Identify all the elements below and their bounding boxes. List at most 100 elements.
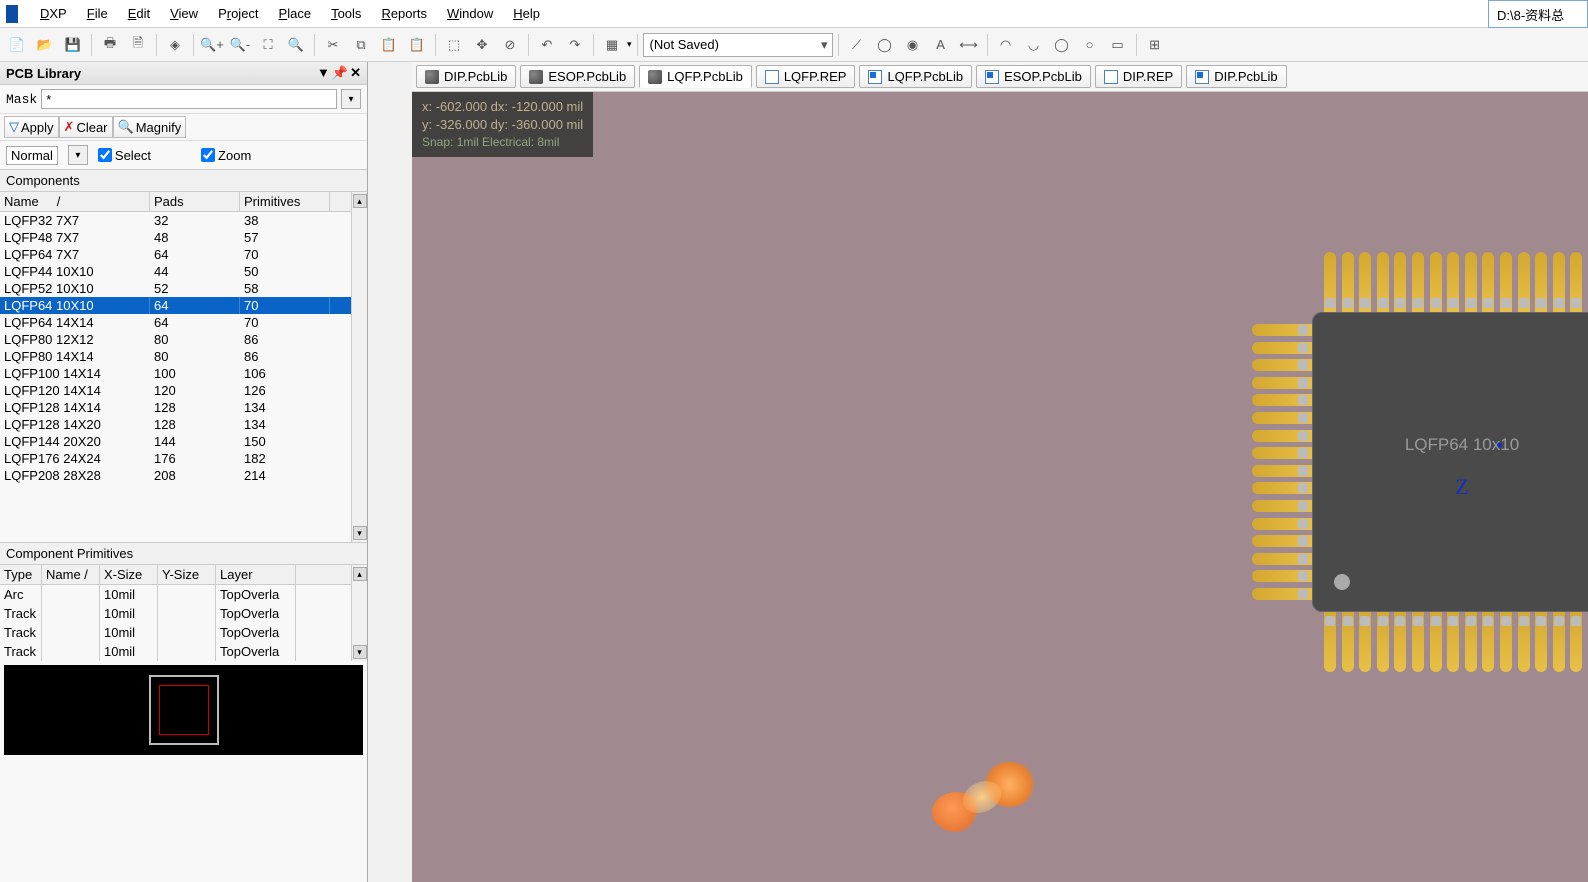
table-row[interactable]: LQFP64 14X146470 bbox=[0, 314, 351, 331]
new-file-icon[interactable]: 📄 bbox=[4, 32, 30, 58]
tab-lqfp-pcblib[interactable]: LQFP.PcbLib bbox=[639, 65, 752, 88]
pad[interactable] bbox=[1500, 252, 1512, 314]
scroll-up-icon[interactable]: ▴ bbox=[353, 194, 367, 208]
array-tool-icon[interactable]: ⊞ bbox=[1142, 32, 1168, 58]
pad[interactable] bbox=[1342, 610, 1354, 672]
pad[interactable] bbox=[1518, 252, 1530, 314]
pad[interactable] bbox=[1553, 610, 1565, 672]
pad[interactable] bbox=[1252, 447, 1314, 459]
tab-dip-pcblib[interactable]: DIP.PcbLib bbox=[1186, 65, 1286, 88]
text-tool-icon[interactable]: A bbox=[928, 32, 954, 58]
tab-esop-pcblib[interactable]: ESOP.PcbLib bbox=[520, 65, 635, 88]
rect-tool-icon[interactable]: ▭ bbox=[1105, 32, 1131, 58]
layers-icon[interactable]: ◈ bbox=[162, 32, 188, 58]
table-row[interactable]: Arc10milTopOverla bbox=[0, 585, 351, 604]
pad-tool-icon[interactable]: ◯ bbox=[872, 32, 898, 58]
menu-help[interactable]: Help bbox=[503, 2, 550, 25]
magnify-button[interactable]: 🔍Magnify bbox=[113, 116, 187, 138]
pad[interactable] bbox=[1252, 430, 1314, 442]
table-row[interactable]: LQFP52 10X105258 bbox=[0, 280, 351, 297]
via-tool-icon[interactable]: ◉ bbox=[900, 32, 926, 58]
pad[interactable] bbox=[1377, 252, 1389, 314]
arc-right-icon[interactable]: ◡ bbox=[1021, 32, 1047, 58]
arc-full-icon[interactable]: ◯ bbox=[1049, 32, 1075, 58]
pad[interactable] bbox=[1447, 252, 1459, 314]
pad[interactable] bbox=[1430, 252, 1442, 314]
save-icon[interactable]: 💾 bbox=[60, 32, 86, 58]
pad[interactable] bbox=[1447, 610, 1459, 672]
menu-reports[interactable]: Reports bbox=[371, 2, 437, 25]
menu-project[interactable]: Project bbox=[208, 2, 268, 25]
pad[interactable] bbox=[1482, 252, 1494, 314]
mode-select[interactable]: Normal bbox=[6, 146, 58, 165]
components-scrollbar[interactable]: ▴ ▾ bbox=[351, 192, 367, 542]
pad[interactable] bbox=[1412, 610, 1424, 672]
table-row[interactable]: LQFP128 14X20128134 bbox=[0, 416, 351, 433]
scroll-up-icon[interactable]: ▴ bbox=[353, 567, 367, 581]
zoom-select-icon[interactable]: 🔍 bbox=[283, 32, 309, 58]
table-row[interactable]: Track10milTopOverla bbox=[0, 604, 351, 623]
table-row[interactable]: LQFP176 24X24176182 bbox=[0, 450, 351, 467]
scroll-down-icon[interactable]: ▾ bbox=[353, 645, 367, 659]
table-row[interactable]: LQFP208 28X28208214 bbox=[0, 467, 351, 484]
pad[interactable] bbox=[1518, 610, 1530, 672]
tab-lqfp-pcblib[interactable]: LQFP.PcbLib bbox=[859, 65, 972, 88]
table-row[interactable]: Track10milTopOverla bbox=[0, 642, 351, 661]
panel-title-bar[interactable]: PCB Library ▼ 📌 ✕ bbox=[0, 62, 367, 85]
panel-dropdown-icon[interactable]: ▼ bbox=[317, 65, 330, 81]
pad[interactable] bbox=[1252, 342, 1314, 354]
grid-icon[interactable]: ▦ bbox=[599, 32, 625, 58]
pad[interactable] bbox=[1324, 252, 1336, 314]
line-tool-icon[interactable]: ⟋ bbox=[844, 32, 870, 58]
pad[interactable] bbox=[1252, 535, 1314, 547]
workspace-combo[interactable]: (Not Saved) bbox=[643, 33, 833, 57]
arc-left-icon[interactable]: ◠ bbox=[993, 32, 1019, 58]
undo-icon[interactable]: ↶ bbox=[534, 32, 560, 58]
pad[interactable] bbox=[1252, 553, 1314, 565]
pad[interactable] bbox=[1252, 377, 1314, 389]
pad[interactable] bbox=[1359, 610, 1371, 672]
tab-esop-pcblib[interactable]: ESOP.PcbLib bbox=[976, 65, 1091, 88]
pad[interactable] bbox=[1342, 252, 1354, 314]
primitives-scrollbar[interactable]: ▴ ▾ bbox=[351, 565, 367, 661]
scroll-down-icon[interactable]: ▾ bbox=[353, 526, 367, 540]
paste-special-icon[interactable]: 📋 bbox=[404, 32, 430, 58]
select-tool-icon[interactable]: ⬚ bbox=[441, 32, 467, 58]
copy-icon[interactable]: ⧉ bbox=[348, 32, 374, 58]
panel-pin-icon[interactable]: 📌 bbox=[332, 65, 348, 81]
table-row[interactable]: LQFP64 7X76470 bbox=[0, 246, 351, 263]
open-folder-icon[interactable]: 📂 bbox=[32, 32, 58, 58]
pad[interactable] bbox=[1535, 252, 1547, 314]
pad[interactable] bbox=[1465, 252, 1477, 314]
component-footprint[interactable]: LQFP64 10x10 Z bbox=[1252, 252, 1588, 672]
pad[interactable] bbox=[1252, 588, 1314, 600]
menu-place[interactable]: Place bbox=[269, 2, 322, 25]
circle-tool-icon[interactable]: ○ bbox=[1077, 32, 1103, 58]
pcb-canvas[interactable]: x: -602.000 dx: -120.000 mil y: -326.000… bbox=[412, 92, 1588, 882]
pad[interactable] bbox=[1570, 252, 1582, 314]
table-row[interactable]: LQFP32 7X73238 bbox=[0, 212, 351, 229]
zoom-in-icon[interactable]: 🔍+ bbox=[199, 32, 225, 58]
tab-dip-rep[interactable]: DIP.REP bbox=[1095, 65, 1182, 88]
print-icon[interactable]: 🖶 bbox=[97, 32, 123, 58]
pad[interactable] bbox=[1394, 252, 1406, 314]
components-columns[interactable]: Name / Pads Primitives bbox=[0, 192, 351, 212]
select-checkbox[interactable]: Select bbox=[98, 148, 151, 163]
primitives-list[interactable]: Arc10milTopOverlaTrack10milTopOverlaTrac… bbox=[0, 585, 351, 661]
print-preview-icon[interactable]: 🗎 bbox=[125, 32, 151, 58]
menu-tools[interactable]: Tools bbox=[321, 2, 371, 25]
pad[interactable] bbox=[1252, 482, 1314, 494]
file-path-box[interactable]: D:\8-资料总 bbox=[1488, 0, 1588, 28]
zoom-out-icon[interactable]: 🔍- bbox=[227, 32, 253, 58]
pad[interactable] bbox=[1252, 570, 1314, 582]
table-row[interactable]: LQFP120 14X14120126 bbox=[0, 382, 351, 399]
pad[interactable] bbox=[1252, 500, 1314, 512]
pad[interactable] bbox=[1377, 610, 1389, 672]
primitives-columns[interactable]: Type Name / X-Size Y-Size Layer bbox=[0, 565, 351, 585]
components-list[interactable]: LQFP32 7X73238LQFP48 7X74857LQFP64 7X764… bbox=[0, 212, 351, 542]
tab-dip-pcblib[interactable]: DIP.PcbLib bbox=[416, 65, 516, 88]
table-row[interactable]: LQFP128 14X14128134 bbox=[0, 399, 351, 416]
table-row[interactable]: LQFP80 14X148086 bbox=[0, 348, 351, 365]
pad[interactable] bbox=[1394, 610, 1406, 672]
clear-button[interactable]: ✗Clear bbox=[59, 116, 113, 138]
